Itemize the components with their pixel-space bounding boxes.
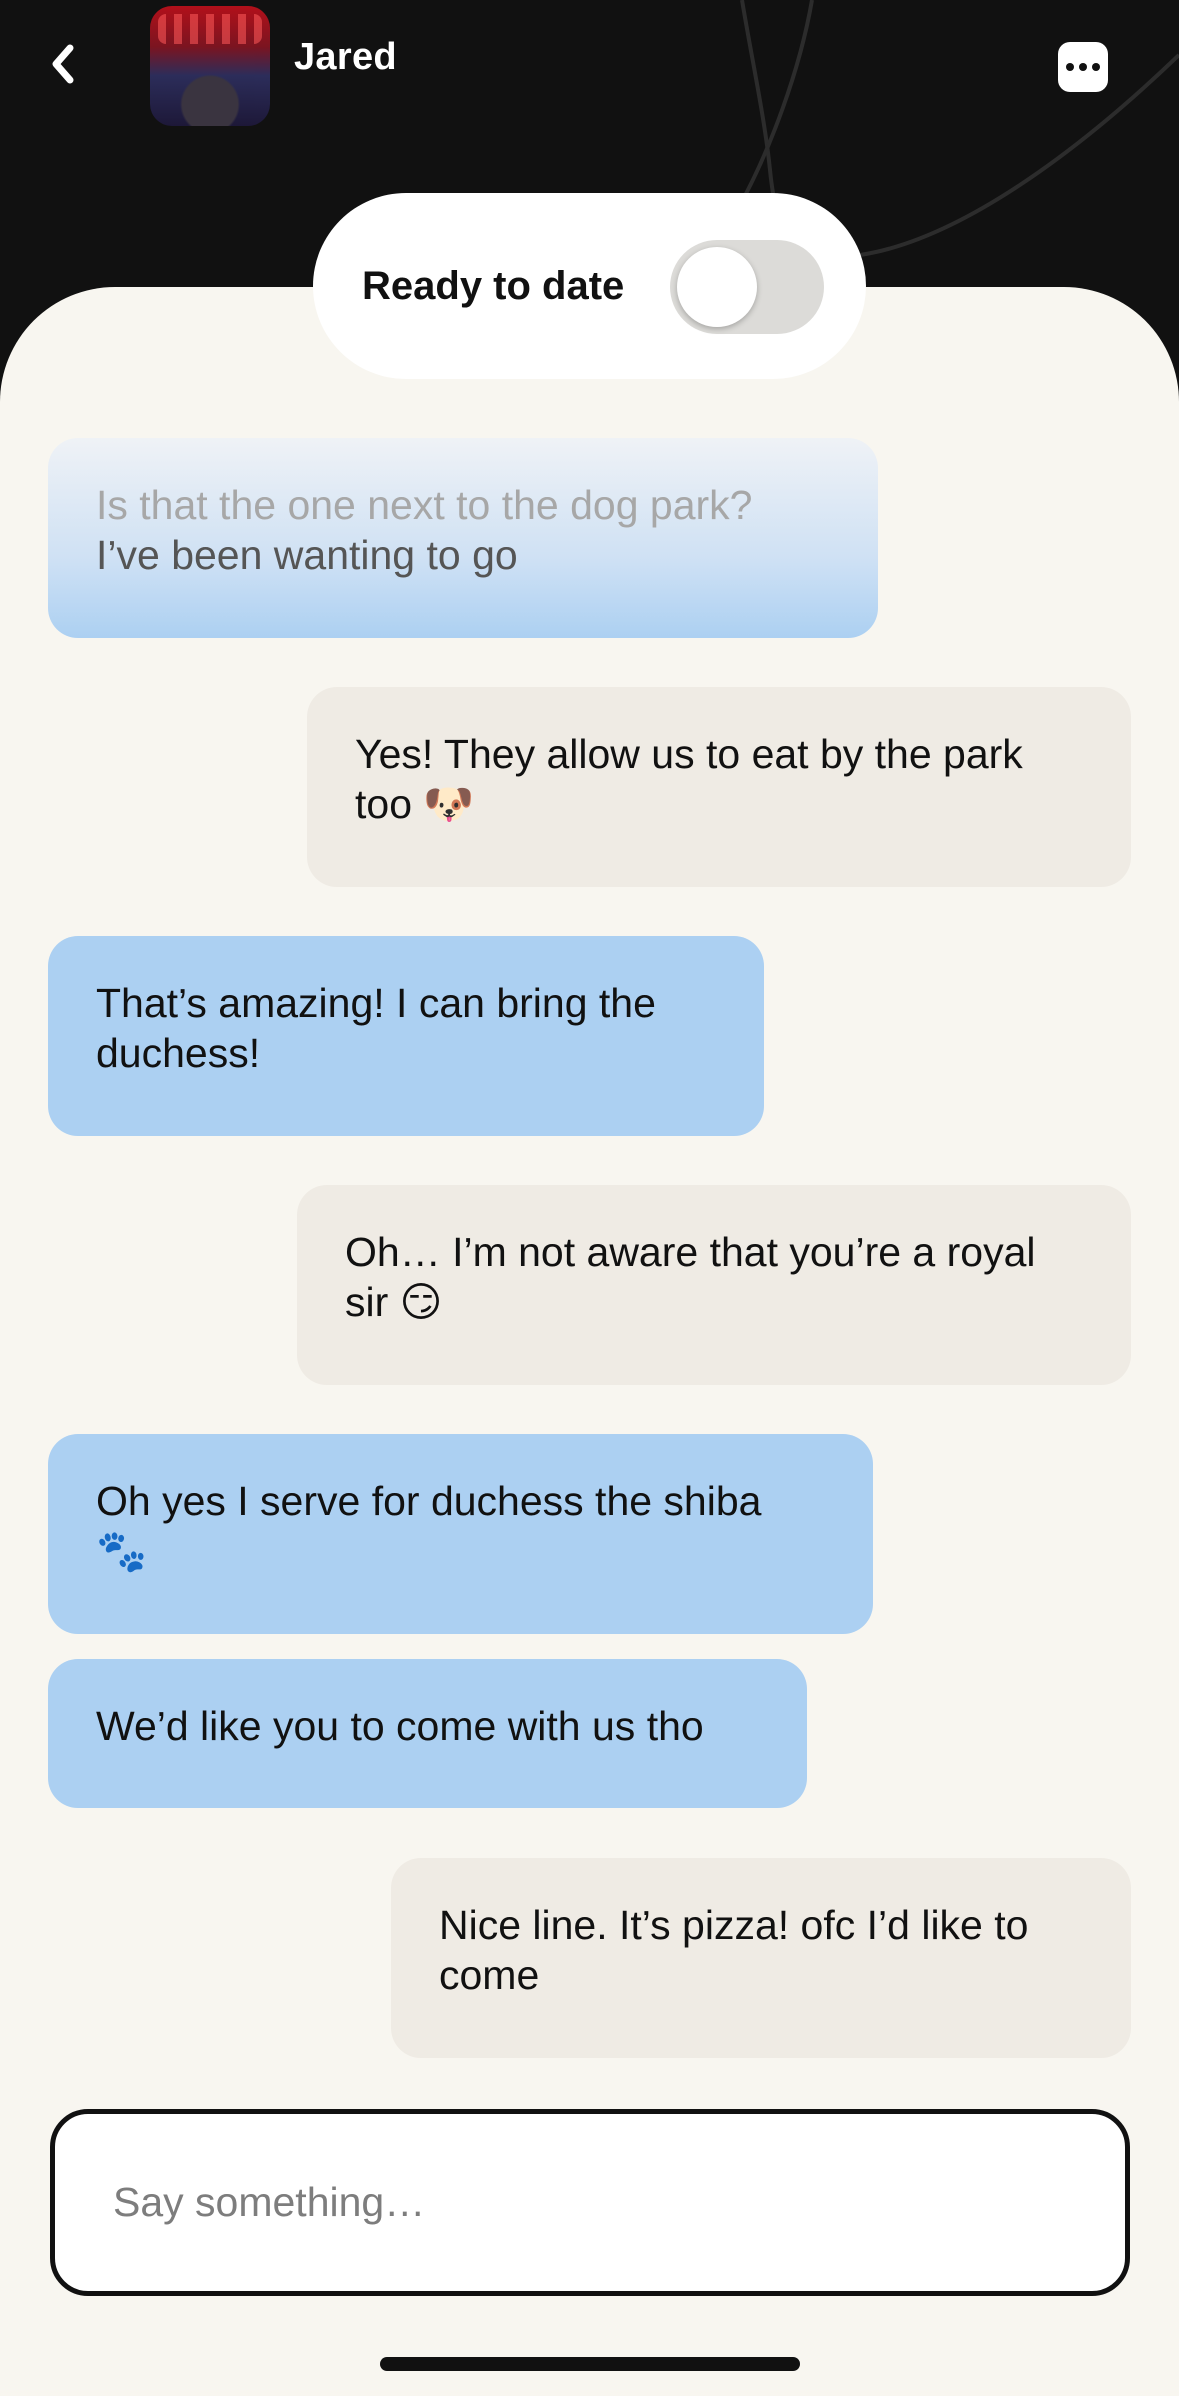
message-text: 🐾 (96, 1528, 148, 1574)
message-bubble-sent[interactable]: Nice line. It’s pizza! ofc I’d like to c… (391, 1858, 1131, 2058)
message-bubble-received[interactable]: That’s amazing! I can bring the duchess! (48, 936, 764, 1136)
ellipsis-icon (1066, 63, 1074, 71)
message-text: Oh… I’m not aware that you’re a royal (345, 1229, 1036, 1275)
message-text: Nice line. It’s pizza! ofc I’d like to (439, 1902, 1029, 1948)
ready-to-date-toggle[interactable] (670, 240, 824, 334)
contact-name: Jared (294, 36, 397, 78)
ready-to-date-label: Ready to date (362, 264, 625, 308)
message-bubble-received[interactable]: Is that the one next to the dog park? I’… (48, 438, 878, 638)
home-indicator (380, 2357, 800, 2371)
message-bubble-received[interactable]: Oh yes I serve for duchess the shiba 🐾 (48, 1434, 873, 1634)
message-input-placeholder: Say something… (113, 2179, 426, 2225)
more-options-button[interactable] (1058, 42, 1108, 92)
message-text: sir 😏 (345, 1279, 443, 1325)
message-bubble-sent[interactable]: Yes! They allow us to eat by the park to… (307, 687, 1131, 887)
message-text: Yes! They allow us to eat by the park (355, 731, 1023, 777)
chevron-left-icon (52, 44, 74, 84)
message-text: I’ve been wanting to go (96, 532, 518, 578)
message-text: duchess! (96, 1030, 261, 1076)
back-button[interactable] (38, 34, 88, 94)
message-bubble-sent[interactable]: Oh… I’m not aware that you’re a royal si… (297, 1185, 1131, 1385)
message-text: Oh yes I serve for duchess the shiba (96, 1478, 762, 1524)
message-text: Is that the one next to the dog park? (96, 482, 753, 528)
message-text: We’d like you to come with us tho (96, 1703, 704, 1749)
message-text: That’s amazing! I can bring the (96, 980, 656, 1026)
avatar[interactable] (150, 6, 270, 126)
message-text: too 🐶 (355, 781, 475, 827)
message-text: come (439, 1952, 540, 1998)
message-input[interactable]: Say something… (50, 2109, 1130, 2296)
message-bubble-received[interactable]: We’d like you to come with us tho (48, 1659, 807, 1808)
toggle-knob (677, 247, 757, 327)
